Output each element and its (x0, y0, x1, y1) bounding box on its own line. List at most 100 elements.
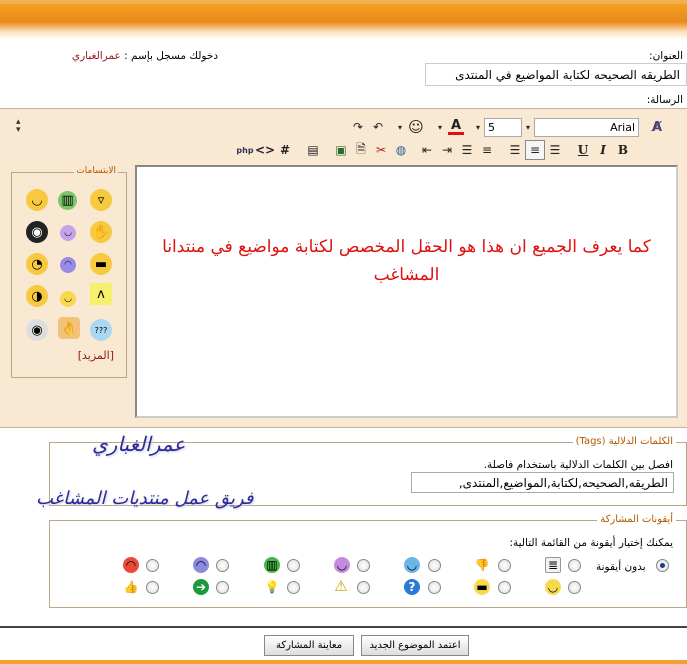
title-input[interactable] (425, 63, 687, 86)
bold-icon[interactable]: B (613, 140, 633, 160)
icon-radio-2[interactable] (498, 559, 511, 572)
smilies-box: الابتسامات ◡ ▥ ▿ ◉ ◡ ✋ ◔ ◠ ▬ ◑ ◡ ʌ ◉ 👌 ?… (11, 166, 127, 378)
numbered-list-icon[interactable]: ≡ (477, 140, 497, 160)
title-label: العنوان: (649, 50, 683, 62)
monster-icon[interactable]: ◉ (26, 221, 48, 243)
more-smilies-link[interactable]: [المزيد] (78, 349, 114, 362)
username-link[interactable]: عمرالغباري (72, 50, 121, 62)
underline-icon[interactable]: U (573, 140, 593, 160)
angry-icon: ◠ (193, 557, 209, 573)
insert-image-icon[interactable]: ▣ (331, 140, 351, 160)
icon-radio-1[interactable] (568, 559, 581, 572)
font-size-value: 5 (488, 120, 495, 134)
post-icons-hint: يمكنك إختيار أيقونة من القائمة التالية: (509, 537, 673, 549)
icon-radio-3[interactable] (428, 559, 441, 572)
no-icon-radio[interactable] (656, 559, 669, 572)
thumbs-up-icon: 👍 (123, 580, 139, 594)
lightbulb-icon: 💡 (264, 580, 280, 594)
remove-format-icon[interactable]: A̸ (647, 117, 667, 137)
icon-radio-7[interactable] (146, 559, 159, 572)
icon-radio-12[interactable] (287, 581, 300, 594)
tongue-icon[interactable]: ◡ (60, 225, 76, 241)
redo-icon[interactable]: ↷ (348, 117, 368, 137)
post-icons-legend: أيقونات المشاركة (597, 514, 676, 525)
top-banner (0, 0, 687, 40)
thumbs-down-icon: 👎 (474, 558, 490, 572)
message-textarea[interactable]: كما يعرف الجميع ان هذا هو الحقل المخصص ل… (135, 165, 678, 418)
document-icon: ≣ (545, 557, 561, 573)
icon-radio-6[interactable] (216, 559, 229, 572)
undo-icon[interactable]: ↶ (368, 117, 388, 137)
align-right-icon[interactable]: ☰ (545, 140, 565, 160)
ok-hand-icon[interactable]: 👌 (58, 317, 80, 339)
toolbar-row-1: ↷ ↶ ▾ ☺ ▾ A ▾ 5 ▾ Arial A̸ (348, 117, 667, 137)
tongue-out-icon: ◡ (334, 557, 350, 573)
font-size-arrow-icon[interactable]: ▾ (522, 117, 534, 137)
watermark-author: عمرالغباري (92, 432, 186, 456)
insert-link-icon[interactable]: ◍ (391, 140, 411, 160)
laugh-icon[interactable]: ▿ (90, 189, 112, 211)
icon-radio-11[interactable] (357, 581, 370, 594)
icon-radio-8[interactable] (568, 581, 581, 594)
shocked-icon[interactable]: ◉ (26, 319, 48, 341)
cool-icon[interactable]: ▬ (90, 253, 112, 275)
quote-icon[interactable]: ▤ (303, 140, 323, 160)
italic-icon[interactable]: I (593, 140, 613, 160)
icon-radio-9[interactable] (498, 581, 511, 594)
logged-in-info: دخولك مسجل بإسم : عمرالغباري (48, 50, 218, 62)
font-name-select[interactable]: Arial (534, 117, 639, 137)
sad-icon[interactable]: ◠ (60, 257, 76, 273)
message-label: الرسالة: (646, 94, 683, 106)
confused-icon[interactable]: ◔ (26, 253, 48, 275)
bullet-list-icon[interactable]: ☰ (457, 140, 477, 160)
smiley-dropdown-arrow-icon[interactable]: ▾ (394, 117, 406, 137)
bottom-bar (0, 660, 687, 664)
font-name-value: Arial (610, 120, 635, 134)
icon-radio-4[interactable] (357, 559, 370, 572)
align-center-icon[interactable]: ≡ (525, 140, 545, 160)
icon-radio-13[interactable] (216, 581, 229, 594)
color-dropdown-arrow-icon[interactable]: ▾ (434, 117, 446, 137)
warning-icon: ⚠ (334, 577, 348, 595)
indent-icon[interactable]: ⇥ (437, 140, 457, 160)
hash-icon[interactable]: # (275, 140, 295, 160)
shy-icon[interactable]: ✋ (90, 221, 112, 243)
no-icon-label: بدون أيقونة (596, 561, 646, 573)
icon-radio-14[interactable] (146, 581, 159, 594)
watermark-team: فريق عمل منتديات المشاغب (36, 488, 254, 509)
tags-input[interactable] (411, 472, 674, 493)
sunglasses-icon: ▬ (474, 579, 490, 595)
insert-document-icon[interactable]: 🗎 (351, 140, 371, 160)
font-color-icon[interactable]: A (446, 117, 466, 137)
tags-legend: الكلمات الدلالية (Tags) (572, 436, 676, 447)
message-text: كما يعرف الجميع ان هذا هو الحقل المخصص ل… (162, 237, 651, 285)
smile-icon[interactable]: ◡ (26, 189, 48, 211)
smile-small-icon: ◡ (545, 579, 561, 595)
align-left-icon[interactable]: ☰ (505, 140, 525, 160)
eyeroll-icon[interactable]: ◑ (26, 285, 48, 307)
logged-in-label: دخولك مسجل بإسم : (124, 50, 218, 62)
question-icon: ? (404, 579, 420, 595)
submit-new-topic-button[interactable]: اعتمد الموضوع الجديد (361, 635, 469, 656)
php-icon[interactable]: php (235, 140, 255, 160)
grin-icon[interactable]: ▥ (58, 191, 77, 210)
unlink-icon[interactable]: ✂ (371, 140, 391, 160)
preview-post-button[interactable]: معاينة المشاركة (264, 635, 354, 656)
footer-divider (0, 626, 687, 628)
font-size-select[interactable]: 5 (484, 117, 522, 137)
question-smiley-icon[interactable]: ??? (90, 319, 112, 341)
insert-smiley-icon[interactable]: ☺ (406, 117, 426, 137)
toolbar-row-2: php <> # ▤ ▣ 🗎 ✂ ◍ ⇤ ⇥ ☰ ≡ ☰ ≡ ☰ U I B (235, 140, 633, 160)
happy-icon[interactable]: ◡ (60, 291, 76, 307)
icon-radio-5[interactable] (287, 559, 300, 572)
wink-icon: ◡ (404, 557, 420, 573)
praying-icon[interactable]: ʌ (90, 283, 112, 305)
big-grin-icon: ▥ (264, 557, 280, 573)
outdent-icon[interactable]: ⇤ (417, 140, 437, 160)
size-dropdown-arrow-icon[interactable]: ▾ (472, 117, 484, 137)
code-icon[interactable]: <> (255, 140, 275, 160)
resize-handle-icon[interactable]: ▴ ▾ (16, 118, 21, 135)
arrow-right-icon: ➔ (193, 579, 209, 595)
icon-radio-10[interactable] (428, 581, 441, 594)
smilies-legend: الابتسامات (74, 166, 118, 176)
